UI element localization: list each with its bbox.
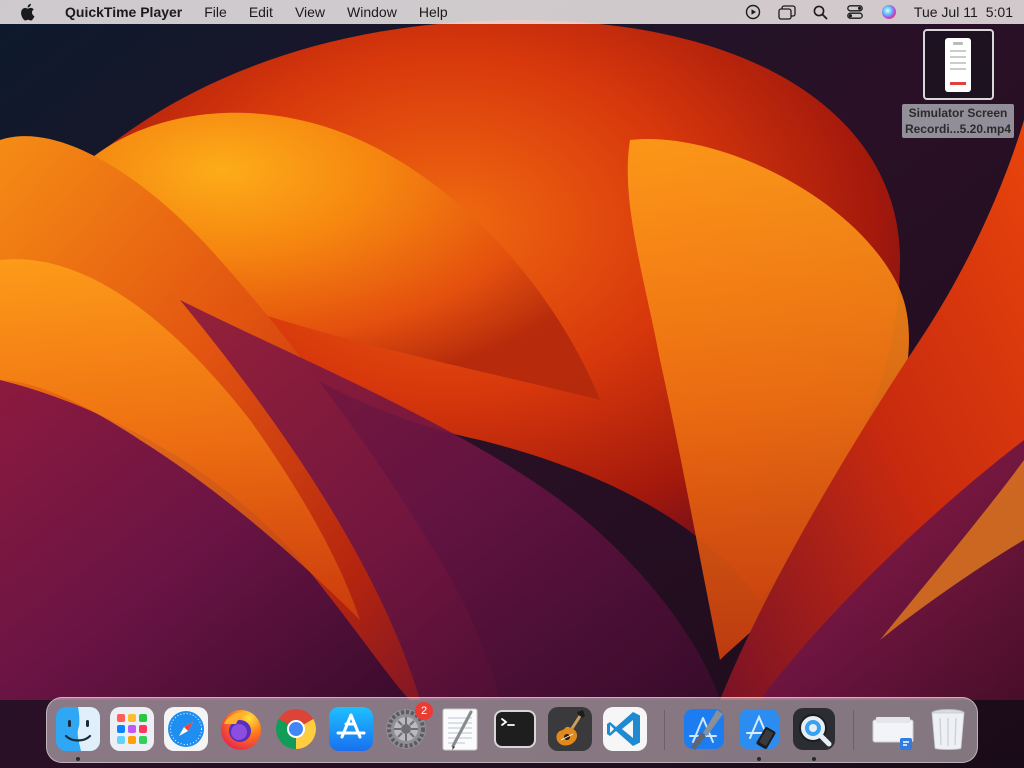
textedit-icon [442, 708, 478, 751]
siri-icon[interactable] [872, 0, 906, 24]
phone-screen-preview [945, 37, 971, 92]
dock-firefox[interactable] [218, 706, 264, 752]
dock-divider [853, 710, 854, 750]
clock-date: Tue Jul 11 [913, 4, 978, 20]
clock-time: 5:01 [985, 4, 1013, 20]
dock-terminal[interactable] [492, 706, 538, 752]
menu-file[interactable]: File [193, 0, 238, 24]
file-name-line2: Recordi...5.20.mp4 [904, 122, 1012, 136]
desktop-file-simulator-recording[interactable]: Simulator Screen Recordi...5.20.mp4 [897, 29, 1019, 138]
spotlight-search-icon[interactable] [804, 0, 838, 24]
dock-system-settings[interactable]: 2 [383, 702, 433, 752]
running-indicator [76, 757, 80, 761]
window-switcher-icon[interactable] [770, 0, 804, 24]
menu-bar: QuickTime Player File Edit View Window H… [0, 0, 1024, 24]
dock-divider [664, 710, 665, 750]
video-thumbnail-icon [922, 29, 994, 100]
quicktime-icon [793, 708, 835, 750]
desktop-wallpaper [0, 0, 1024, 768]
garageband-icon [548, 707, 592, 751]
menu-view[interactable]: View [284, 0, 336, 24]
simulator-icon [739, 709, 779, 749]
screen-recording-icon[interactable] [736, 0, 770, 24]
terminal-icon [494, 710, 536, 748]
firefox-icon [221, 710, 261, 750]
vscode-icon [603, 707, 647, 751]
control-center-icon[interactable] [838, 0, 872, 24]
menubar-clock[interactable]: Tue Jul 11 5:01 [906, 4, 1013, 20]
dock: 2 [46, 697, 978, 763]
dock-vscode[interactable] [602, 706, 648, 752]
dock-trash[interactable] [925, 706, 971, 752]
running-indicator [812, 757, 816, 761]
dock-launchpad[interactable] [109, 706, 155, 752]
downloads-stack-icon [872, 717, 914, 750]
launchpad-icon [110, 707, 154, 751]
xcode-icon [684, 709, 724, 750]
dock-safari[interactable] [163, 706, 209, 752]
finder-icon [56, 707, 100, 751]
dock-garageband[interactable] [547, 706, 593, 752]
dock-finder[interactable] [55, 706, 101, 761]
menu-window[interactable]: Window [336, 0, 408, 24]
menu-edit[interactable]: Edit [238, 0, 284, 24]
app-store-icon [329, 707, 373, 751]
dock-simulator[interactable] [736, 706, 782, 761]
file-name-label: Simulator Screen Recordi...5.20.mp4 [901, 104, 1015, 138]
chrome-icon [276, 709, 316, 749]
notification-badge: 2 [415, 702, 433, 720]
app-menu-quicktime[interactable]: QuickTime Player [54, 0, 193, 24]
safari-icon [164, 707, 208, 751]
menu-help[interactable]: Help [408, 0, 459, 24]
dock-app-store[interactable] [328, 706, 374, 752]
dock-chrome[interactable] [273, 706, 319, 752]
trash-icon [931, 709, 965, 750]
file-name-line1: Simulator Screen [908, 106, 1008, 120]
running-indicator [757, 757, 761, 761]
dock-textedit[interactable] [437, 706, 483, 752]
apple-menu-icon[interactable] [0, 0, 54, 24]
dock-xcode[interactable] [681, 706, 727, 752]
dock-downloads-stack[interactable] [870, 706, 916, 752]
dock-quicktime[interactable] [791, 706, 837, 761]
